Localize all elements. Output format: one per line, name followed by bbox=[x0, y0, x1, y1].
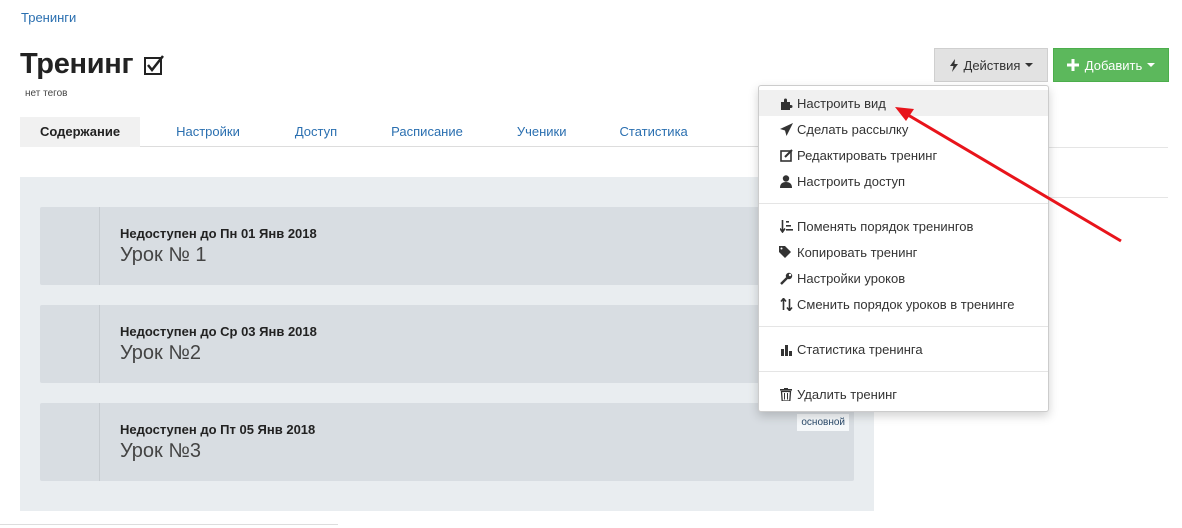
lesson-item[interactable]: Недоступен до Пн 01 Янв 2018 Урок № 1 bbox=[40, 207, 854, 285]
user-icon bbox=[779, 174, 793, 188]
tabs-bar: Содержание Настройки Доступ Расписание У… bbox=[20, 117, 760, 147]
lesson-item[interactable]: Недоступен до Пт 05 Янв 2018 Урок №3 осн… bbox=[40, 403, 854, 481]
lesson-title[interactable]: Урок №2 bbox=[120, 342, 201, 365]
lesson-thumbnail bbox=[40, 305, 100, 383]
paper-plane-icon bbox=[779, 122, 793, 136]
lesson-item[interactable]: Недоступен до Ср 03 Янв 2018 Урок №2 bbox=[40, 305, 854, 383]
tab-statistics[interactable]: Статистика bbox=[600, 117, 708, 147]
trash-icon bbox=[779, 387, 793, 401]
divider bbox=[1048, 147, 1168, 148]
add-button-label: Добавить bbox=[1084, 57, 1143, 73]
page-title-text: Тренинг bbox=[20, 48, 134, 80]
tab-content[interactable]: Содержание bbox=[20, 117, 141, 147]
tab-settings[interactable]: Настройки bbox=[156, 117, 260, 147]
menu-item-label: Редактировать тренинг bbox=[797, 147, 938, 163]
lesson-title[interactable]: Урок № 1 bbox=[120, 244, 207, 267]
menu-item-label: Статистика тренинга bbox=[797, 341, 923, 357]
lesson-thumbnail bbox=[40, 403, 100, 481]
lesson-status: Недоступен до Пт 05 Янв 2018 bbox=[120, 422, 316, 437]
menu-item-label: Копировать тренинг bbox=[797, 244, 918, 260]
menu-item-delete-training[interactable]: Удалить тренинг bbox=[759, 381, 1048, 407]
menu-divider bbox=[759, 326, 1048, 327]
sort-icon bbox=[779, 219, 793, 233]
tab-schedule[interactable]: Расписание bbox=[371, 117, 483, 147]
plus-icon bbox=[1066, 59, 1079, 71]
caret-down-icon bbox=[1025, 63, 1034, 67]
swap-icon bbox=[779, 297, 793, 311]
add-button[interactable]: Добавить bbox=[1053, 48, 1169, 82]
menu-item-label: Удалить тренинг bbox=[797, 386, 898, 402]
menu-item-label: Настроить вид bbox=[797, 95, 886, 111]
divider bbox=[1048, 197, 1168, 198]
lesson-title[interactable]: Урок №3 bbox=[120, 440, 201, 463]
menu-item-lesson-settings[interactable]: Настройки уроков bbox=[759, 265, 1048, 291]
tags-label: нет тегов bbox=[25, 88, 68, 99]
menu-item-label: Настроить доступ bbox=[797, 173, 906, 189]
bar-chart-icon bbox=[779, 342, 793, 356]
actions-dropdown-menu: Настроить вид Сделать рассылку Редактиро… bbox=[758, 85, 1049, 412]
menu-item-reorder-lessons[interactable]: Сменить порядок уроков в тренинге bbox=[759, 291, 1048, 317]
lessons-list: Недоступен до Пн 01 Янв 2018 Урок № 1 Не… bbox=[20, 177, 874, 511]
menu-item-configure-access[interactable]: Настроить доступ bbox=[759, 168, 1048, 194]
menu-item-label: Сделать рассылку bbox=[797, 121, 909, 137]
tab-access[interactable]: Доступ bbox=[275, 117, 357, 147]
menu-divider bbox=[759, 371, 1048, 372]
menu-item-label: Сменить порядок уроков в тренинге bbox=[797, 296, 1015, 312]
lesson-badge: основной bbox=[797, 414, 849, 431]
lesson-status: Недоступен до Пн 01 Янв 2018 bbox=[120, 226, 317, 241]
divider bbox=[0, 524, 338, 525]
puzzle-icon bbox=[779, 96, 793, 110]
menu-item-label: Настройки уроков bbox=[797, 270, 906, 286]
menu-item-label: Поменять порядок тренингов bbox=[797, 218, 974, 234]
menu-item-send-mailing[interactable]: Сделать рассылку bbox=[759, 116, 1048, 142]
lesson-thumbnail bbox=[40, 207, 100, 285]
bolt-icon bbox=[949, 58, 959, 72]
actions-button[interactable]: Действия bbox=[934, 48, 1048, 82]
menu-divider bbox=[759, 203, 1048, 204]
menu-item-reorder-trainings[interactable]: Поменять порядок тренингов bbox=[759, 213, 1048, 239]
tags-icon bbox=[779, 245, 793, 259]
menu-item-training-statistics[interactable]: Статистика тренинга bbox=[759, 336, 1048, 362]
tab-students[interactable]: Ученики bbox=[497, 117, 587, 147]
menu-item-edit-training[interactable]: Редактировать тренинг bbox=[759, 142, 1048, 168]
menu-item-copy-training[interactable]: Копировать тренинг bbox=[759, 239, 1048, 265]
breadcrumb-trainings[interactable]: Тренинги bbox=[21, 10, 76, 25]
edit-icon bbox=[779, 148, 793, 162]
checkbox-checked-icon bbox=[143, 54, 165, 76]
menu-item-customize-view[interactable]: Настроить вид bbox=[759, 90, 1048, 116]
page-title: Тренинг bbox=[20, 48, 165, 81]
wrench-icon bbox=[779, 271, 793, 285]
caret-down-icon bbox=[1147, 63, 1156, 67]
lesson-status: Недоступен до Ср 03 Янв 2018 bbox=[120, 324, 317, 339]
actions-button-label: Действия bbox=[963, 57, 1021, 73]
